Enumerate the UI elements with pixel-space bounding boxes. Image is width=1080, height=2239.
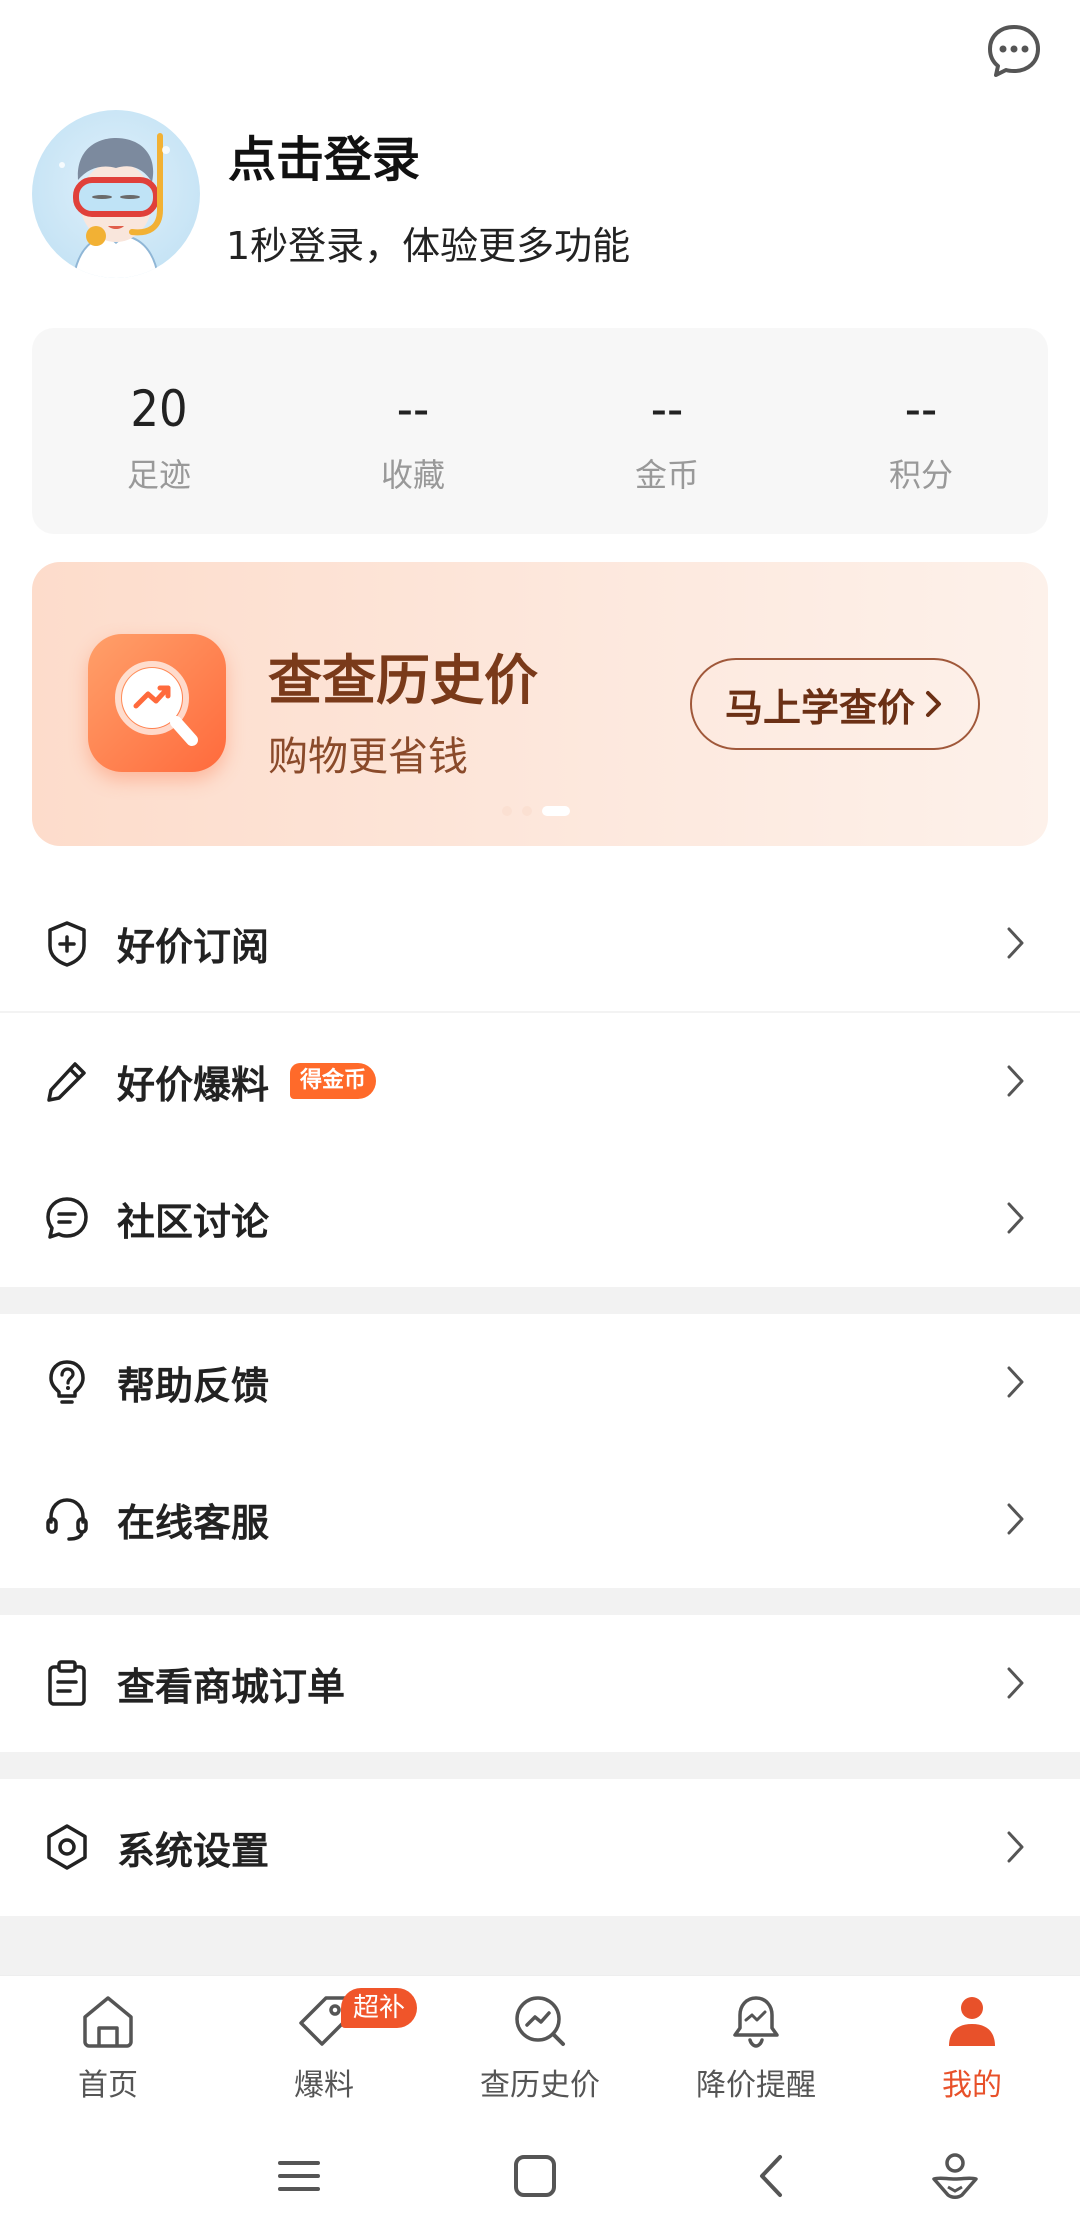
tab-price-history[interactable]: 查历史价 xyxy=(432,1976,648,2112)
price-history-app-icon xyxy=(88,634,226,772)
chevron-right-icon xyxy=(1007,1503,1024,1535)
tab-label: 爆料 xyxy=(294,2068,354,2103)
menu-label: 好价订阅 xyxy=(117,924,270,969)
section-gap xyxy=(0,1287,1080,1314)
section-gap xyxy=(0,1752,1080,1779)
tab-price-alert[interactable]: 降价提醒 xyxy=(648,1976,864,2112)
menu-item-help[interactable]: 帮助反馈 xyxy=(0,1314,1080,1450)
clipboard-icon xyxy=(48,1660,86,1706)
stat-footprints[interactable]: 20 足迹 xyxy=(32,328,286,534)
menu-item-settings[interactable]: 系统设置 xyxy=(0,1779,1080,1915)
stat-label: 足迹 xyxy=(126,456,191,494)
stat-label: 金币 xyxy=(634,456,699,494)
menu-label: 帮助反馈 xyxy=(117,1363,270,1408)
stat-label: 收藏 xyxy=(380,456,445,494)
login-subtitle: 1秒登录，体验更多功能 xyxy=(226,224,631,268)
profile-page: 点击登录 1秒登录，体验更多功能 20 足迹 -- 收藏 -- 金币 -- 积分 xyxy=(0,0,1080,2239)
menu-label: 系统设置 xyxy=(117,1828,270,1873)
chevron-right-icon xyxy=(1007,927,1024,959)
home-square-icon[interactable] xyxy=(500,2141,570,2211)
chat-bubble-icon xyxy=(46,1197,88,1239)
section-gap xyxy=(0,1916,1080,1975)
chevron-right-icon xyxy=(1007,1831,1024,1863)
menu-item-customer-service[interactable]: 在线客服 xyxy=(0,1451,1080,1587)
avatar-illustration-icon xyxy=(59,133,170,278)
menu-label: 在线客服 xyxy=(117,1500,270,1545)
chevron-right-icon xyxy=(1007,1202,1024,1234)
chevron-right-icon xyxy=(1007,1366,1024,1398)
headset-icon xyxy=(46,1498,88,1541)
promo-banner[interactable]: 查查历史价 购物更省钱 马上学查价 xyxy=(32,562,1048,846)
stat-value: -- xyxy=(396,380,430,438)
menu-item-subscribe[interactable]: 好价订阅 xyxy=(0,875,1080,1011)
carousel-indicator xyxy=(502,806,570,816)
system-navigation-bar xyxy=(0,2111,1080,2239)
banner-subtitle: 购物更省钱 xyxy=(268,734,468,780)
stat-label: 积分 xyxy=(888,456,953,494)
banner-title: 查查历史价 xyxy=(268,649,538,712)
chevron-right-icon xyxy=(1007,1065,1024,1097)
carousel-dot xyxy=(522,806,532,816)
banner-button-label: 马上学查价 xyxy=(724,685,915,730)
stat-points[interactable]: -- 积分 xyxy=(794,328,1048,534)
menu-label: 社区讨论 xyxy=(117,1199,270,1244)
pencil-icon xyxy=(47,1062,86,1102)
user-icon xyxy=(949,1997,995,2046)
login-title[interactable]: 点击登录 xyxy=(228,120,420,190)
bottom-tab-bar: 首页 爆料 超补 查历史价 降价提醒 我的 xyxy=(0,1975,1080,2111)
menu-item-mall-orders[interactable]: 查看商城订单 xyxy=(0,1615,1080,1751)
section-gap xyxy=(0,1588,1080,1615)
stat-coins[interactable]: -- 金币 xyxy=(540,328,794,534)
menu-item-submit-deal[interactable]: 好价爆料 得金币 xyxy=(0,1013,1080,1149)
stat-favorites[interactable]: -- 收藏 xyxy=(286,328,540,534)
menu-icon[interactable] xyxy=(264,2141,334,2211)
avatar[interactable] xyxy=(32,110,200,278)
stat-value: -- xyxy=(650,380,684,438)
stat-value: -- xyxy=(904,380,938,438)
learn-price-check-button[interactable]: 马上学查价 xyxy=(690,658,980,750)
chevron-right-icon xyxy=(926,691,941,717)
tab-mine[interactable]: 我的 xyxy=(864,1976,1080,2112)
tab-label: 首页 xyxy=(78,2068,138,2103)
settings-hexagon-icon xyxy=(47,1824,87,1870)
menu-label: 查看商城订单 xyxy=(117,1664,346,1709)
menu-label: 好价爆料 xyxy=(117,1062,270,1107)
home-icon xyxy=(83,1996,133,2048)
tab-home[interactable]: 首页 xyxy=(0,1976,216,2112)
tab-label: 降价提醒 xyxy=(696,2068,816,2103)
stats-panel: 20 足迹 -- 收藏 -- 金币 -- 积分 xyxy=(32,328,1048,534)
assistant-icon[interactable] xyxy=(920,2141,990,2211)
shield-plus-icon xyxy=(48,921,86,967)
menu-item-community[interactable]: 社区讨论 xyxy=(0,1150,1080,1286)
price-trend-search-icon xyxy=(515,1996,565,2046)
carousel-dot xyxy=(502,806,512,816)
carousel-dot-active xyxy=(542,806,570,816)
super-subsidy-badge: 超补 xyxy=(341,1988,418,2028)
tab-label: 我的 xyxy=(942,2068,1002,2103)
help-bulb-icon xyxy=(49,1360,85,1404)
message-icon[interactable] xyxy=(985,22,1043,80)
earn-coins-badge: 得金币 xyxy=(290,1063,377,1099)
back-icon[interactable] xyxy=(738,2141,808,2211)
stat-value: 20 xyxy=(130,380,188,438)
tab-submit[interactable]: 爆料 超补 xyxy=(216,1976,432,2112)
tab-label: 查历史价 xyxy=(480,2068,600,2103)
bell-icon xyxy=(733,1996,779,2048)
chevron-right-icon xyxy=(1007,1667,1024,1699)
